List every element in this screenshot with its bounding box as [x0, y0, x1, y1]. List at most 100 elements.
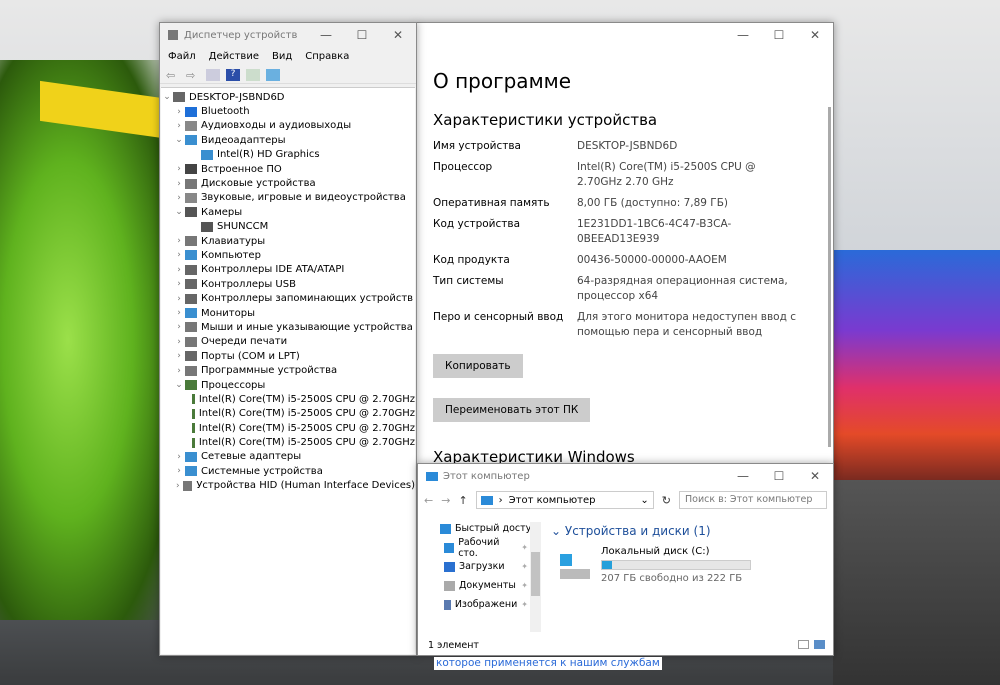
tree-item[interactable]: › Дисковые устройства: [161, 176, 415, 190]
chevron-right-icon[interactable]: ›: [173, 366, 185, 376]
help-icon[interactable]: ?: [226, 68, 240, 81]
tree-item[interactable]: › Устройства HID (Human Interface Devices…: [161, 479, 415, 493]
tree-item[interactable]: › Встроенное ПО: [161, 162, 415, 176]
chevron-right-icon[interactable]: ›: [173, 250, 185, 260]
chevron-right-icon[interactable]: ›: [173, 265, 185, 275]
drive-usage-bar: [601, 560, 751, 570]
device-icon: [185, 106, 197, 117]
tree-item[interactable]: › Компьютер: [161, 248, 415, 262]
navigation-pane: Быстрый доступ Рабочий сто. ✦ Загрузки ✦ Доку…: [418, 519, 542, 631]
privacy-link[interactable]: которое применяется к нашим службам: [434, 657, 662, 670]
chevron-right-icon[interactable]: ›: [173, 466, 185, 476]
chevron-down-icon[interactable]: ⌄: [173, 380, 185, 390]
chevron-right-icon[interactable]: ›: [173, 236, 185, 246]
chevron-right-icon[interactable]: ›: [173, 294, 185, 304]
back-icon[interactable]: ←: [424, 494, 433, 507]
tree-item[interactable]: Intel(R) Core(TM) i5-2500S CPU @ 2.70GHz: [161, 435, 415, 449]
address-bar[interactable]: › Этот компьютер ⌄: [475, 491, 654, 509]
chevron-right-icon[interactable]: ›: [173, 351, 185, 361]
tree-item[interactable]: › Очереди печати: [161, 335, 415, 349]
chevron-right-icon[interactable]: ›: [173, 481, 183, 491]
tree-item[interactable]: › Программные устройства: [161, 363, 415, 377]
chevron-right-icon[interactable]: ›: [173, 337, 185, 347]
maximize-button[interactable]: ☐: [761, 464, 797, 488]
chevron-right-icon[interactable]: ›: [173, 193, 185, 203]
chevron-right-icon[interactable]: ›: [173, 164, 185, 174]
close-button[interactable]: ✕: [797, 23, 833, 47]
nav-item[interactable]: Загрузки ✦: [418, 557, 542, 576]
tree-item[interactable]: › Мониторы: [161, 306, 415, 320]
minimize-button[interactable]: —: [725, 464, 761, 488]
scrollbar[interactable]: [828, 107, 831, 447]
refresh-icon[interactable]: ↻: [662, 494, 671, 507]
chevron-right-icon[interactable]: ›: [173, 107, 185, 117]
tree-item[interactable]: › Звуковые, игровые и видеоустройства: [161, 191, 415, 205]
chevron-down-icon[interactable]: ⌄: [173, 135, 185, 145]
tree-item[interactable]: Intel(R) HD Graphics: [161, 148, 415, 162]
back-icon[interactable]: ⇦: [166, 69, 180, 82]
menu-item[interactable]: Справка: [305, 51, 349, 62]
chevron-right-icon[interactable]: ›: [173, 279, 185, 289]
pin-icon[interactable]: ✦: [521, 600, 528, 609]
tree-item[interactable]: › Контроллеры запоминающих устройств: [161, 291, 415, 305]
tree-item[interactable]: ⌄ Камеры: [161, 205, 415, 219]
drive-item[interactable]: Локальный диск (C:) 207 ГБ свободно из 2…: [601, 546, 751, 584]
tree-item[interactable]: › Сетевые адаптеры: [161, 450, 415, 464]
chevron-down-icon[interactable]: ⌄: [173, 207, 185, 217]
tree-item[interactable]: Intel(R) Core(TM) i5-2500S CPU @ 2.70GHz: [161, 392, 415, 406]
large-icons-view-icon[interactable]: [814, 640, 825, 649]
chevron-right-icon[interactable]: ›: [173, 179, 185, 189]
tree-item[interactable]: SHUNCCM: [161, 220, 415, 234]
maximize-button[interactable]: ☐: [761, 23, 797, 47]
chevron-right-icon[interactable]: ›: [173, 121, 185, 131]
device-icon: [185, 164, 197, 175]
tree-item[interactable]: › Системные устройства: [161, 464, 415, 478]
minimize-button[interactable]: —: [725, 23, 761, 47]
tree-item[interactable]: › Мыши и иные указывающие устройства: [161, 320, 415, 334]
tree-item[interactable]: Intel(R) Core(TM) i5-2500S CPU @ 2.70GHz: [161, 421, 415, 435]
properties-icon[interactable]: [206, 68, 220, 81]
scan-hardware-icon[interactable]: [266, 68, 280, 81]
tree-item[interactable]: › Контроллеры IDE ATA/ATAPI: [161, 263, 415, 277]
menu-item[interactable]: Файл: [168, 51, 196, 62]
tree-item[interactable]: › Аудиовходы и аудиовыходы: [161, 119, 415, 133]
nav-item[interactable]: Изображени ✦: [418, 595, 542, 614]
devices-group-header[interactable]: ⌄ Устройства и диски (1): [551, 524, 711, 538]
pin-icon[interactable]: ✦: [521, 581, 528, 590]
pin-icon[interactable]: ✦: [521, 562, 528, 571]
device-manager-window: Диспетчер устройств — ☐ ✕ Файл Действие Вид С…: [159, 22, 417, 656]
rename-pc-button[interactable]: Переименовать этот ПК: [433, 398, 591, 422]
menu-item[interactable]: Вид: [272, 51, 292, 62]
chevron-right-icon[interactable]: ›: [173, 322, 185, 332]
nav-scrollbar[interactable]: [530, 522, 541, 632]
tree-item[interactable]: Intel(R) Core(TM) i5-2500S CPU @ 2.70GHz: [161, 407, 415, 421]
close-button[interactable]: ✕: [380, 23, 416, 47]
tree-item[interactable]: ⌄ Видеоадаптеры: [161, 133, 415, 147]
tree-item[interactable]: ⌄ Процессоры: [161, 378, 415, 392]
update-driver-icon[interactable]: [246, 68, 260, 81]
up-icon[interactable]: ↑: [458, 494, 467, 507]
device-icon: [185, 336, 197, 347]
menu-item[interactable]: Действие: [209, 51, 259, 62]
tree-item[interactable]: › Клавиатуры: [161, 234, 415, 248]
tree-item[interactable]: › Контроллеры USB: [161, 277, 415, 291]
close-button[interactable]: ✕: [797, 464, 833, 488]
device-icon: [191, 408, 195, 419]
search-input[interactable]: Поиск в: Этот компьютер: [679, 491, 827, 509]
copy-button[interactable]: Копировать: [433, 354, 523, 378]
details-view-icon[interactable]: [798, 640, 809, 649]
nav-item[interactable]: Рабочий сто. ✦: [418, 537, 542, 559]
maximize-button[interactable]: ☐: [344, 23, 380, 47]
chevron-right-icon[interactable]: ›: [173, 452, 185, 462]
tree-item[interactable]: › Bluetooth: [161, 104, 415, 118]
forward-icon[interactable]: ⇨: [186, 69, 200, 82]
nav-item[interactable]: Быстрый доступ: [418, 519, 542, 538]
chevron-down-icon[interactable]: ⌄: [640, 495, 648, 506]
tree-item[interactable]: › Порты (COM и LPT): [161, 349, 415, 363]
pin-icon[interactable]: ✦: [521, 543, 528, 552]
forward-icon[interactable]: →: [441, 494, 450, 507]
chevron-right-icon[interactable]: ›: [173, 308, 185, 318]
minimize-button[interactable]: —: [308, 23, 344, 47]
nav-item[interactable]: Документы ✦: [418, 576, 542, 595]
tree-root[interactable]: ⌄ DESKTOP-JSBND6D: [161, 90, 415, 104]
